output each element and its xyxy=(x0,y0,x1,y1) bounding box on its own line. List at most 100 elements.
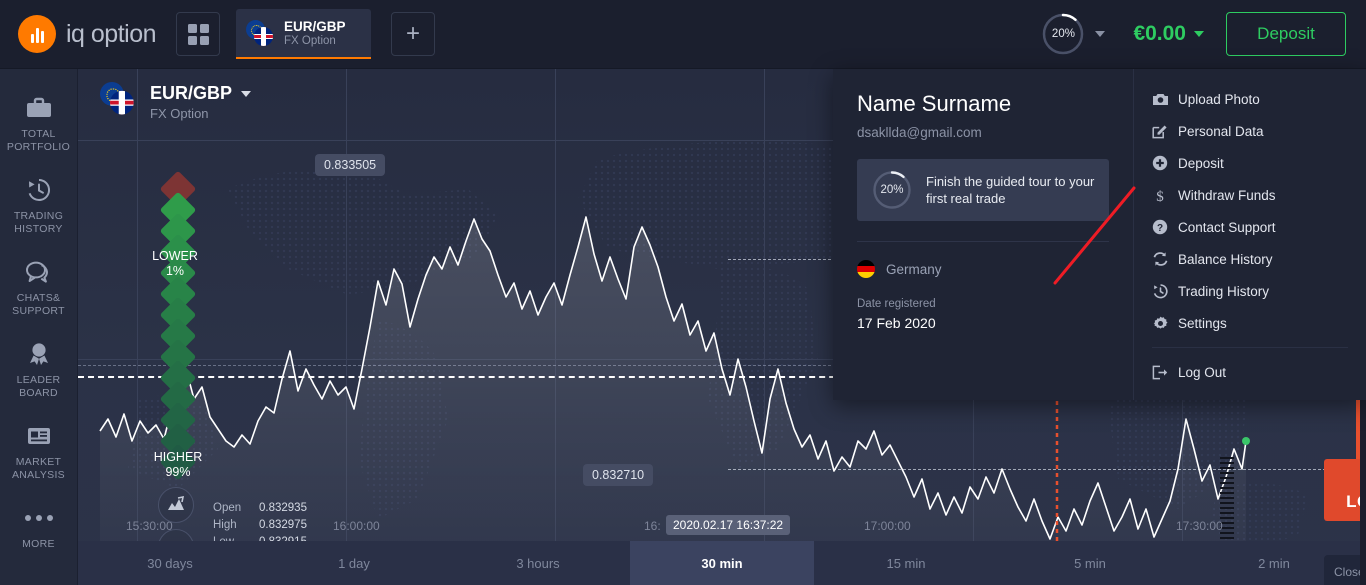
sidebar-label: TRADING HISTORY xyxy=(13,210,64,235)
country-label: Germany xyxy=(886,261,942,277)
guided-tour-card[interactable]: 20% Finish the guided tour to your first… xyxy=(857,159,1109,221)
grid-icon xyxy=(187,23,209,45)
time-tick: 16: xyxy=(644,519,661,533)
sidebar-item-chats-support[interactable]: CHATS& SUPPORT xyxy=(0,247,78,329)
pencil-square-icon xyxy=(1152,123,1178,139)
sidebar-label: MARKET ANALYSIS xyxy=(12,456,65,481)
asset-tab-eurgbp[interactable]: EUR/GBP FX Option xyxy=(236,9,372,59)
timeframe-30-min[interactable]: 30 min xyxy=(630,541,814,585)
balance-chevron-down-icon[interactable] xyxy=(1194,31,1204,37)
menu-item-deposit[interactable]: Deposit xyxy=(1134,147,1366,179)
timeframe-15-min[interactable]: 15 min xyxy=(814,541,998,585)
menu-item-upload-photo[interactable]: Upload Photo xyxy=(1134,83,1366,115)
chart-subtitle: FX Option xyxy=(150,106,209,121)
timeframe-1-day[interactable]: 1 day xyxy=(262,541,446,585)
chart-type-button[interactable] xyxy=(158,487,194,523)
tour-progress-ring: 20% xyxy=(871,169,913,211)
question-circle-icon: ? xyxy=(1152,219,1178,235)
sidebar-item-total-portfolio[interactable]: TOTAL PORTFOLIO xyxy=(0,83,78,165)
plus-circle-icon xyxy=(1152,155,1178,171)
ellipsis-icon xyxy=(0,503,78,533)
logo-icon xyxy=(18,15,56,53)
tour-progress-label: 20% xyxy=(880,184,904,196)
tour-chevron-down-icon[interactable] xyxy=(1095,31,1106,37)
profile-menu-panel: Upload Photo Personal Data Deposit $ Wit… xyxy=(1133,69,1366,400)
camera-icon xyxy=(1152,92,1178,107)
asset-tab-name: EUR/GBP xyxy=(284,18,346,34)
chart-instrument-header[interactable]: EUR/GBP FX Option xyxy=(100,82,252,122)
apps-grid-button[interactable] xyxy=(176,12,221,56)
lower-indicator: LOWER 1% xyxy=(152,249,198,279)
profile-info-panel: Name Surname dsakllda@gmail.com 20% Fini… xyxy=(833,69,1133,400)
tour-progress-label: 20% xyxy=(1051,28,1075,40)
sidebar-label: MORE xyxy=(22,538,55,550)
refresh-icon xyxy=(1152,251,1178,267)
sidebar-item-leader-board[interactable]: LEADER BOARD xyxy=(0,329,78,411)
sidebar-item-market-analysis[interactable]: MARKET ANALYSIS xyxy=(0,411,78,493)
brand-logo[interactable]: iq option xyxy=(18,15,157,53)
balance-amount[interactable]: €0.00 xyxy=(1133,22,1186,46)
news-icon xyxy=(0,421,78,451)
dollar-icon: $ xyxy=(1152,187,1178,204)
sentiment-diamond-stack xyxy=(159,170,197,481)
menu-item-balance-history[interactable]: Balance History xyxy=(1134,243,1366,275)
timeframe-bar: 30 days 1 day 3 hours 30 min 15 min 5 mi… xyxy=(78,541,1366,585)
clock-history-icon xyxy=(1152,283,1178,299)
profile-dropdown: Name Surname dsakllda@gmail.com 20% Fini… xyxy=(833,69,1366,400)
time-tick: 17:00:00 xyxy=(864,519,911,533)
asset-tab-sub: FX Option xyxy=(284,34,336,47)
add-instrument-button[interactable]: + xyxy=(391,12,436,56)
current-price-dot xyxy=(1242,437,1250,445)
chat-bubbles-icon xyxy=(0,257,78,287)
menu-item-withdraw-funds[interactable]: $ Withdraw Funds xyxy=(1134,179,1366,211)
higher-label: HIGHER xyxy=(153,450,203,464)
profile-name: Name Surname xyxy=(857,91,1012,116)
header-right-controls: 20% €0.00 Deposit xyxy=(1040,11,1366,57)
current-price-bubble: 0.832710 xyxy=(583,464,654,486)
divider xyxy=(1152,347,1348,348)
time-tick: 17:30:00 xyxy=(1176,519,1223,533)
higher-percent: 99% xyxy=(165,465,191,479)
higher-indicator: HIGHER 99% xyxy=(152,450,204,480)
menu-item-contact-support[interactable]: ? Contact Support xyxy=(1134,211,1366,243)
sidebar-label: CHATS& SUPPORT xyxy=(12,292,65,317)
menu-item-log-out[interactable]: Log Out xyxy=(1134,356,1366,388)
current-time-chip: 2020.02.17 16:37:22 xyxy=(666,515,791,535)
logout-icon xyxy=(1152,365,1178,380)
menu-item-trading-history[interactable]: Trading History xyxy=(1134,275,1366,307)
sidebar-item-trading-history[interactable]: TRADING HISTORY xyxy=(0,165,78,247)
high-price-bubble: 0.833505 xyxy=(315,154,386,176)
timeframe-3-hours[interactable]: 3 hours xyxy=(446,541,630,585)
plus-icon: + xyxy=(406,20,421,47)
germany-flag-icon xyxy=(857,260,875,278)
menu-item-personal-data[interactable]: Personal Data xyxy=(1134,115,1366,147)
registered-label: Date registered xyxy=(857,298,936,310)
profile-email: dsakllda@gmail.com xyxy=(857,125,982,140)
svg-text:$: $ xyxy=(1156,189,1164,204)
timeframe-30-days[interactable]: 30 days xyxy=(78,541,262,585)
lower-label: LOWER xyxy=(152,249,198,263)
gear-icon xyxy=(1152,315,1178,332)
divider xyxy=(857,241,1109,242)
logo-text: iq option xyxy=(66,19,157,48)
chevron-down-icon[interactable] xyxy=(241,90,252,97)
profile-country: Germany xyxy=(857,260,1109,278)
chart-title: EUR/GBP xyxy=(150,83,252,104)
timeframe-5-min[interactable]: 5 min xyxy=(998,541,1182,585)
top-bar: iq option EUR/GBP FX Option + 20% €0.00 … xyxy=(0,0,1366,69)
eur-gbp-flag-icon xyxy=(100,82,145,122)
guided-tour-text: Finish the guided tour to your first rea… xyxy=(926,174,1095,206)
briefcase-icon xyxy=(0,93,78,123)
menu-item-settings[interactable]: Settings xyxy=(1134,307,1366,339)
clock-history-icon xyxy=(0,175,78,205)
svg-text:?: ? xyxy=(1157,223,1163,234)
left-sidebar: TOTAL PORTFOLIO TRADING HISTORY CHATS& SUPP… xyxy=(0,69,78,585)
sidebar-item-more[interactable]: MORE xyxy=(0,493,78,563)
sidebar-label: LEADER BOARD xyxy=(16,374,61,399)
registered-date: 17 Feb 2020 xyxy=(857,315,936,331)
time-axis: 15:30:00 16:00:00 16: 2020.02.17 16:37:2… xyxy=(78,515,1366,541)
tour-progress-ring[interactable]: 20% xyxy=(1040,11,1086,57)
lower-percent: 1% xyxy=(165,264,185,278)
time-tick: 16:00:00 xyxy=(333,519,380,533)
deposit-button[interactable]: Deposit xyxy=(1226,12,1346,56)
